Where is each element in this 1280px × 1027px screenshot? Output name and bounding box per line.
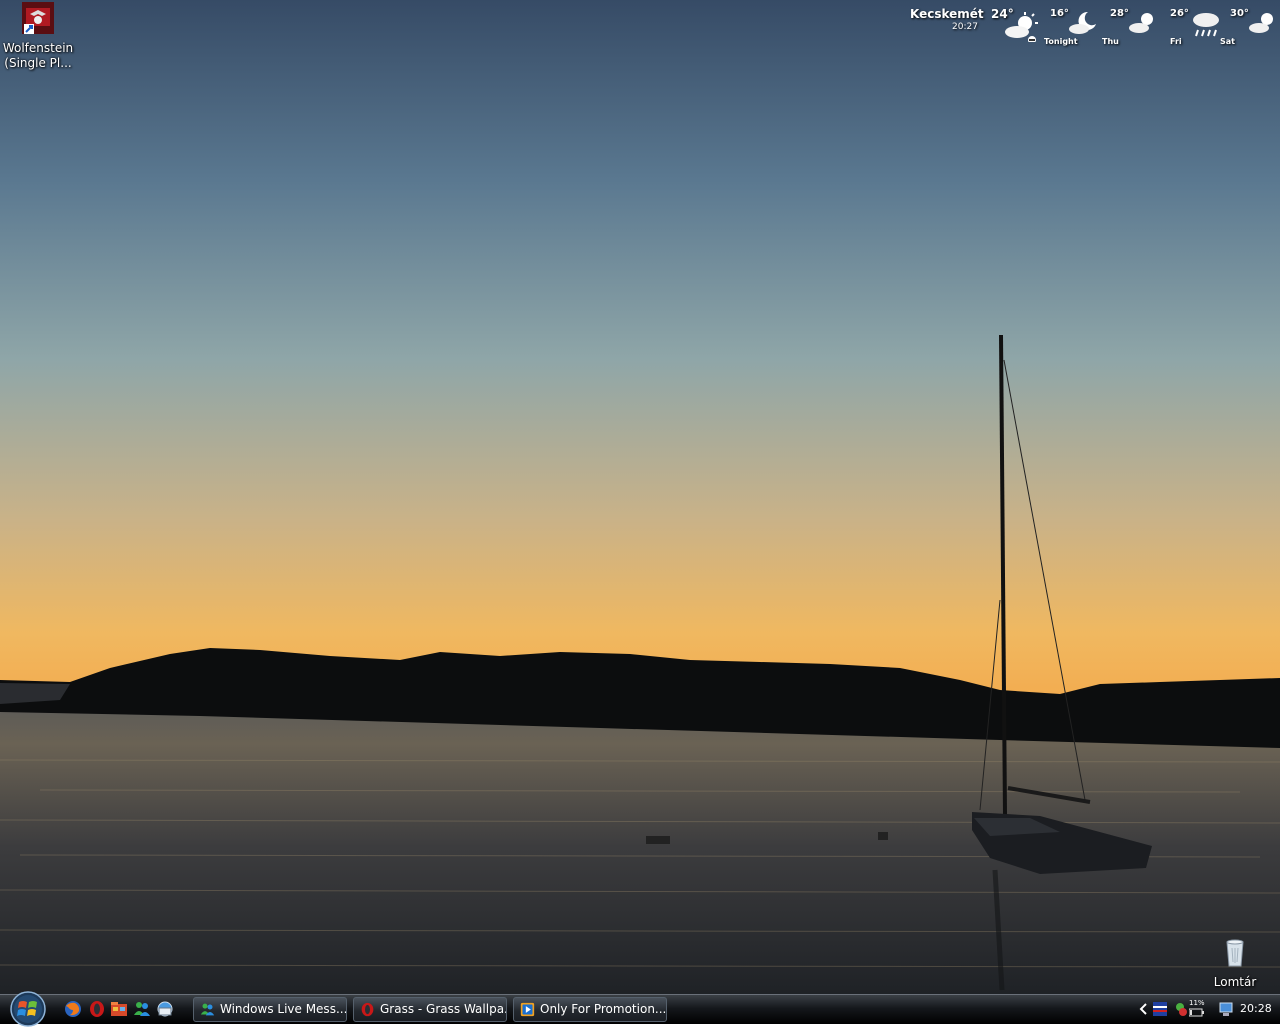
taskbar-task-media-player[interactable]: Only For Promotion... [513,997,667,1022]
partly-cloudy-sun-icon [1129,13,1153,33]
opera-icon [361,1002,374,1017]
battery-icon [1189,1008,1204,1017]
forecast-day: Thu [1102,37,1119,46]
sunset-lake-wallpaper [0,0,1280,994]
media-player-icon [520,1002,535,1017]
notification-area: 11% 20:28 [1132,995,1280,1025]
forecast-day: Fri [1170,37,1182,46]
desktop-icon-wolfenstein[interactable]: Wolfenstein (Single Pl... [0,2,76,71]
start-button[interactable] [8,991,48,1027]
desktop-icon-recycle-bin[interactable]: Lomtár [1197,936,1273,990]
rain-cloud-icon [1193,13,1219,37]
messenger-icon[interactable] [133,1000,151,1018]
desktop[interactable]: Wolfenstein (Single Pl... Lomtár Kecskem… [0,0,1280,994]
network-icon[interactable] [156,1000,174,1018]
weather-city: Kecskemét [910,7,984,21]
security-icon[interactable] [1172,1001,1188,1017]
forecast-temp: 30° [1230,8,1249,19]
explorer-icon[interactable] [110,1000,128,1018]
battery-indicator[interactable]: 11% [1189,999,1205,1018]
opera-icon[interactable] [88,1000,106,1018]
clock[interactable]: 20:28 [1240,1002,1272,1015]
moon-cloud-icon [1069,11,1096,34]
firefox-icon[interactable] [64,1000,82,1018]
partly-cloudy-sun-icon [1005,12,1038,42]
forecast-sat: 30° Sat [1220,6,1280,54]
flag-icon[interactable] [1152,1001,1168,1017]
taskbar-task-opera[interactable]: Grass - Grass Wallpa... [353,997,507,1022]
taskbar: Windows Live Mess... Grass - Grass Wallp… [0,991,1280,1027]
weather-gadget[interactable]: Kecskemét 20:27 24° 16° Tonight 28° Thu [900,6,1280,54]
messenger-icon [200,1003,215,1016]
taskbar-task-messenger[interactable]: Windows Live Mess... [193,997,347,1022]
forecast-tonight: 16° Tonight [1044,6,1110,54]
show-hidden-icons-chevron[interactable] [1136,1001,1152,1017]
recycle-bin-icon [1226,939,1244,967]
battery-percent: 11% [1189,999,1205,1007]
forecast-day: Sat [1220,37,1235,46]
partly-cloudy-sun-icon [1249,13,1273,33]
task-label: Grass - Grass Wallpa... [380,1002,507,1016]
desktop-icon-label: Lomtár [1213,975,1257,989]
wolfenstein-game-icon [22,2,54,34]
weather-time: 20:27 [952,22,978,32]
forecast-thu: 28° Thu [1102,6,1170,54]
forecast-day: Tonight [1044,37,1078,46]
network-status-icon[interactable] [1218,1001,1234,1017]
task-label: Windows Live Mess... [220,1002,347,1016]
task-label: Only For Promotion... [540,1002,667,1016]
forecast-fri: 26° Fri [1170,6,1230,54]
desktop-icon-label: Wolfenstein (Single Pl... [2,41,74,70]
forecast-temp: 28° [1110,8,1129,19]
forecast-temp: 16° [1050,8,1069,19]
forecast-temp: 26° [1170,8,1189,19]
